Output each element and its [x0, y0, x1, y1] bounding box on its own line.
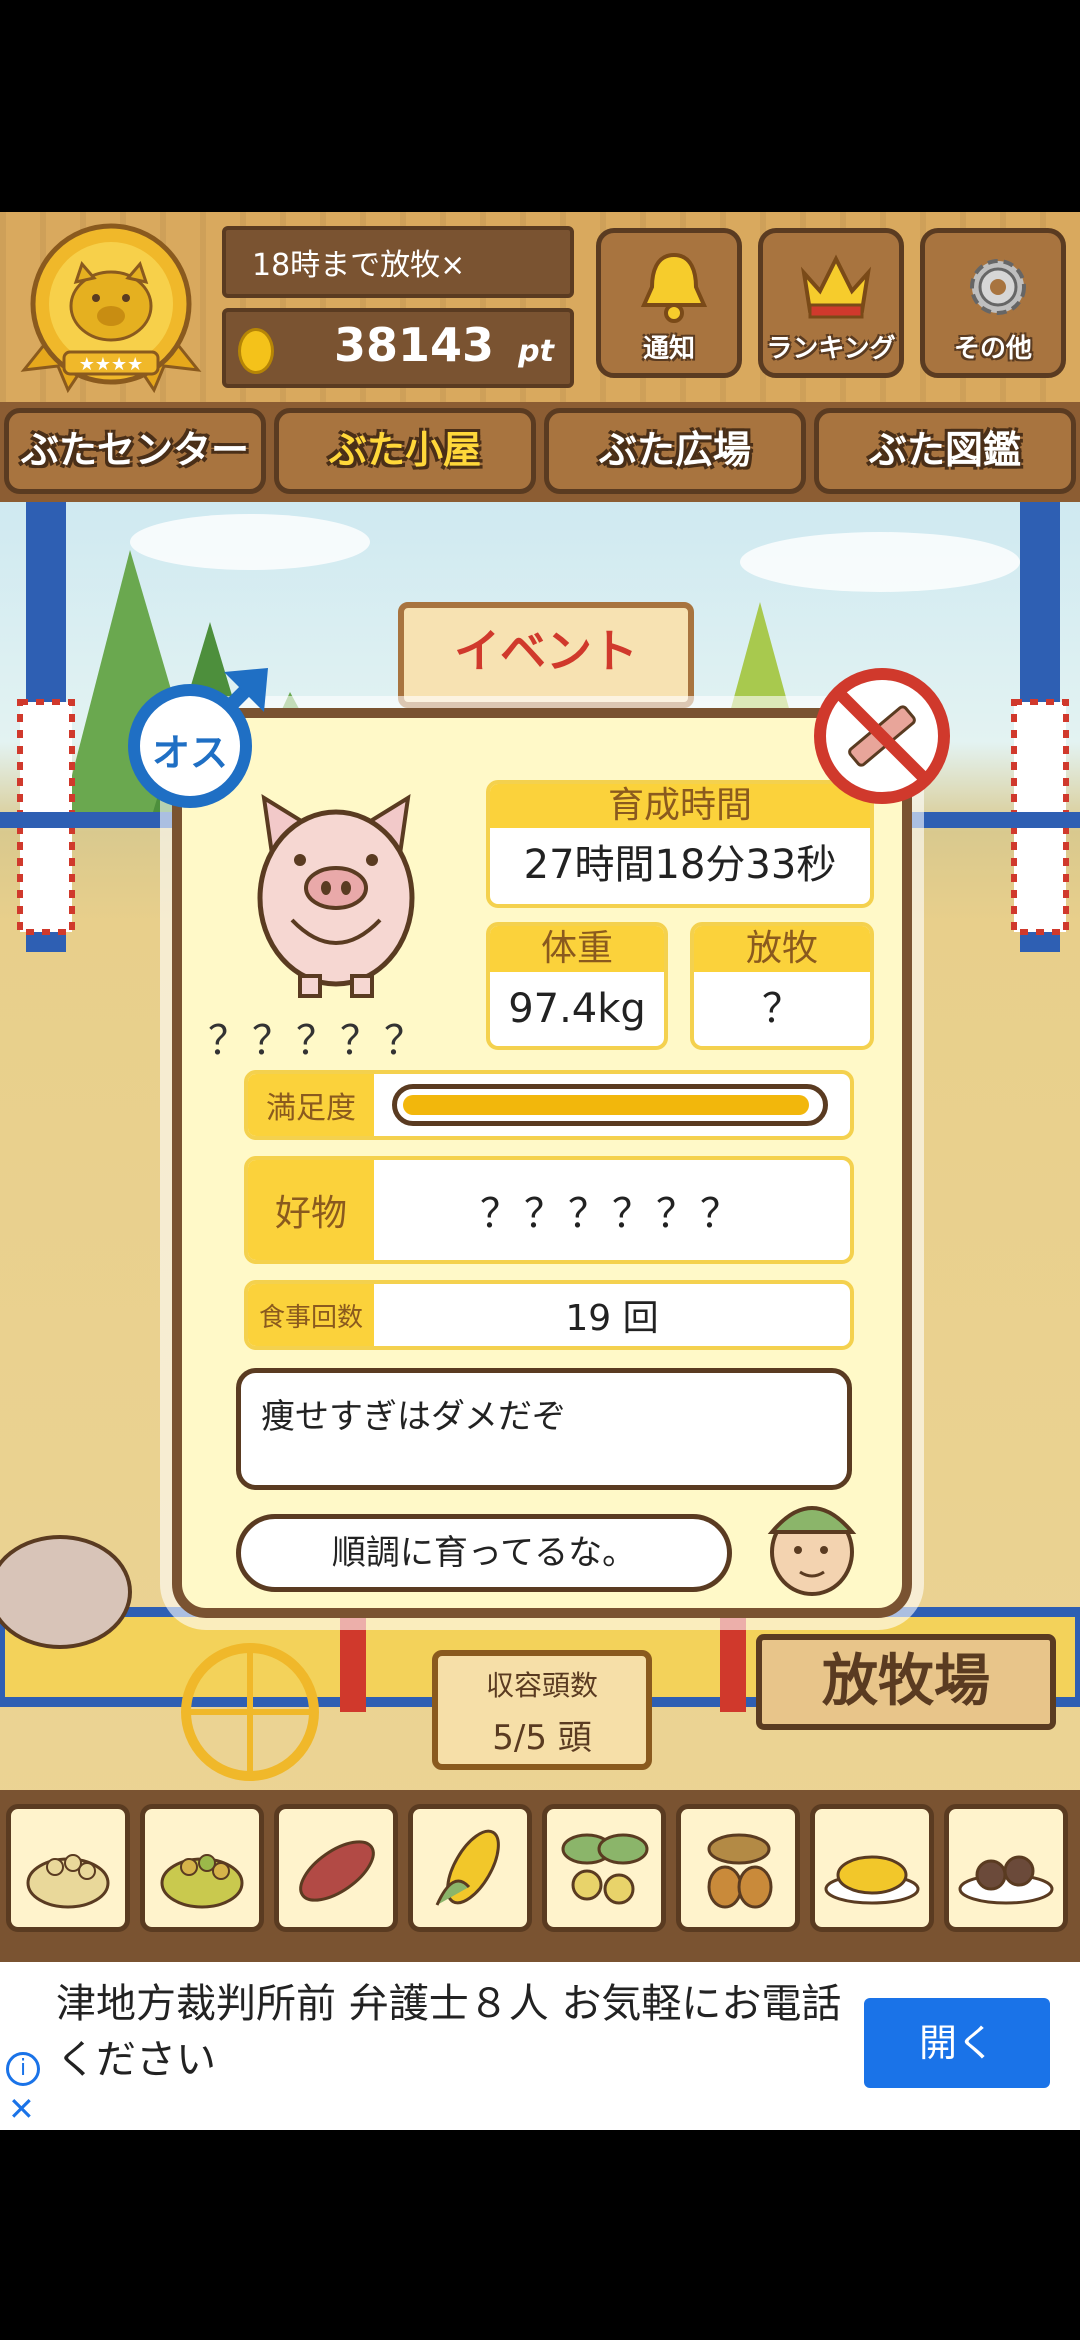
crown-icon	[800, 254, 872, 319]
feed-slot-2[interactable]	[140, 1804, 264, 1932]
favorite-value: ？？？？？？	[480, 1191, 744, 1237]
feed-shelf	[0, 1790, 1080, 1962]
pig-status-modal: ？？？？？ 育成時間 27時間18分33秒 体重 97.4kg 放牧 ？ 満足度…	[172, 708, 912, 1618]
ranch-sign[interactable]: 放牧場	[756, 1634, 1056, 1730]
capacity-label: 収容頭数	[485, 1669, 598, 1702]
feed-slot-3[interactable]	[274, 1804, 398, 1932]
other-label: その他	[953, 334, 1032, 364]
meals-row: 食事回数 19 回	[244, 1280, 854, 1350]
grazing-value: ？	[762, 986, 802, 1032]
satisfaction-row: 満足度	[244, 1070, 854, 1140]
coin-icon	[238, 328, 274, 374]
gender-badge: オス	[124, 664, 272, 812]
no-injection-icon	[814, 668, 950, 804]
advice-text: 痩せすぎはダメだぞ	[261, 1397, 566, 1437]
mixed-grain-icon	[160, 1854, 244, 1909]
grazing-notice: 18時まで放牧×	[222, 226, 574, 298]
gear-icon	[970, 259, 1026, 315]
feed-slot-1[interactable]	[6, 1804, 130, 1932]
meatball-icon	[958, 1855, 1054, 1905]
feed-slot-4[interactable]	[408, 1804, 532, 1932]
sweet-potato-icon	[299, 1840, 375, 1902]
tab-buta-center[interactable]: ぶたセンター	[4, 408, 266, 494]
satisfaction-bar	[392, 1084, 828, 1126]
ad-info-icon[interactable]: i	[6, 2052, 40, 2086]
weight-value: 97.4kg	[508, 986, 646, 1032]
ranking-label: ランキング	[766, 334, 896, 364]
ad-close-icon[interactable]: ✕	[8, 2090, 35, 2128]
feed-slot-5[interactable]	[542, 1804, 666, 1932]
tab-buta-plaza[interactable]: ぶた広場	[544, 408, 806, 494]
raise-time-value: 27時間18分33秒	[523, 842, 837, 888]
premium-grain-icon	[824, 1855, 920, 1905]
feed-slot-7[interactable]	[810, 1804, 934, 1932]
vegetables-icon	[561, 1833, 649, 1905]
tab-buta-hut[interactable]: ぶた小屋	[274, 408, 536, 494]
capacity-sign: 収容頭数 5/5 頭	[432, 1650, 652, 1770]
gender-label: オス	[151, 731, 228, 775]
farmer-avatar-icon	[767, 1506, 857, 1596]
ranking-button[interactable]: ランキング	[758, 228, 904, 378]
points-value: 38143	[333, 318, 494, 372]
pig-portrait	[257, 794, 415, 998]
main-tabs: ぶたセンター ぶた小屋 ぶた広場 ぶた図鑑	[0, 402, 1080, 502]
meals-label: 食事回数	[248, 1284, 374, 1346]
acorn-icon	[707, 1833, 773, 1909]
tab-buta-encyclopedia[interactable]: ぶた図鑑	[814, 408, 1076, 494]
top-header: ★★★★ 18時まで放牧× 38143 pt 通知 ランキング その他	[0, 212, 1080, 402]
speech-bubble-advice: 痩せすぎはダメだぞ	[236, 1368, 852, 1490]
event-sign[interactable]: イベント	[398, 602, 694, 708]
favorite-row: 好物 ？？？？？？	[244, 1156, 854, 1264]
pig-name[interactable]: ？？？？？	[208, 1008, 424, 1066]
notification-label: 通知	[642, 334, 695, 364]
weight-box: 体重 97.4kg	[486, 922, 668, 1050]
other-button[interactable]: その他	[920, 228, 1066, 378]
points-display: 38143 pt	[222, 308, 574, 388]
grain-feed-icon	[26, 1854, 110, 1909]
corn-icon	[435, 1829, 500, 1906]
notification-button[interactable]: 通知	[596, 228, 742, 378]
ad-banner[interactable]: 津地方裁判所前 弁護士８人 お気軽にお電話ください 開く i ✕	[0, 1962, 1080, 2130]
points-unit: pt	[518, 334, 554, 369]
satisfaction-label: 満足度	[248, 1074, 374, 1136]
grazing-box: 放牧 ？	[690, 922, 874, 1050]
satisfaction-bar-fill	[403, 1095, 809, 1115]
svg-text:★★★★: ★★★★	[79, 354, 144, 375]
favorite-label: 好物	[248, 1160, 374, 1260]
bell-icon	[640, 252, 708, 323]
status-text: 順調に育ってるな。	[331, 1533, 637, 1573]
meals-value: 19 回	[565, 1298, 659, 1339]
grazing-label: 放牧	[694, 926, 870, 972]
speech-bubble-status: 順調に育ってるな。	[236, 1514, 732, 1592]
weight-label: 体重	[490, 926, 664, 972]
feed-slot-6[interactable]	[676, 1804, 800, 1932]
ad-text[interactable]: 津地方裁判所前 弁護士８人 お気軽にお電話ください	[56, 1976, 856, 2088]
player-rank-medal-icon[interactable]: ★★★★	[18, 220, 204, 396]
capacity-value: 5/5 頭	[492, 1718, 592, 1758]
ad-open-button[interactable]: 開く	[864, 1998, 1050, 2088]
feed-slot-8[interactable]	[944, 1804, 1068, 1932]
